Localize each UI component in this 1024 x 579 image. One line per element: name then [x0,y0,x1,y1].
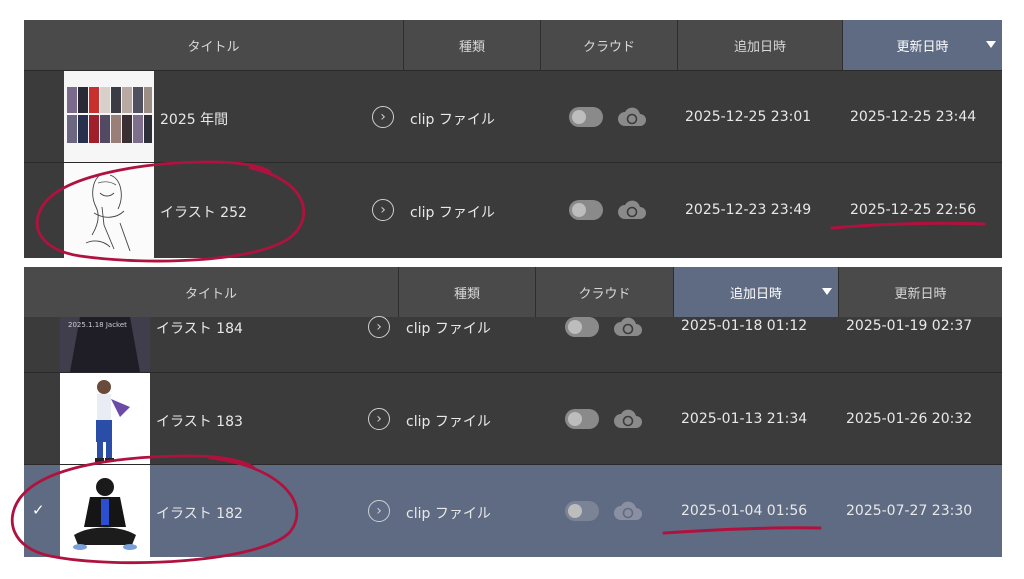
cloud-sync-icon[interactable] [613,316,643,338]
thumbnail-image: 2025.1.18 Jacket [60,317,150,372]
row-kind: clip ファイル [406,321,491,337]
cloud-sync-icon[interactable] [617,106,647,128]
row-title: 2025 年間 [160,112,229,128]
cloud-sync-toggle[interactable] [565,317,599,337]
column-header-title-label: タイトル [184,286,237,302]
column-header-added[interactable]: 追加日時 [674,267,839,317]
table-row[interactable]: イラスト 183 › clip ファイル 2025-01-13 21:34 20… [24,372,1002,465]
cloud-sync-icon[interactable] [613,500,643,522]
row-kind: clip ファイル [410,112,495,128]
chevron-glyph: › [376,503,382,519]
cloud-sync-icon[interactable] [617,199,647,221]
column-header-title[interactable]: タイトル [24,267,399,317]
thumbnail-image [60,465,150,557]
chevron-glyph: › [380,109,386,125]
table-row[interactable]: イラスト 252 › clip ファイル 2025-12-23 23:49 20… [24,162,1002,259]
column-header-updated[interactable]: 更新日時 [843,20,1002,70]
row-added-date: 2025-12-23 23:49 [685,202,812,218]
column-header-kind-label: 種類 [453,286,480,302]
row-title: イラスト 184 [156,321,243,337]
column-header-updated-label: 更新日時 [894,286,947,302]
sort-descending-icon [822,288,832,295]
cloud-sync-toggle[interactable] [569,200,603,220]
thumbnail-image [64,163,154,259]
column-header-added[interactable]: 追加日時 [678,20,843,70]
chevron-right-icon[interactable]: › [372,106,394,128]
file-list-panel-top: タイトル 種類 クラウド 追加日時 更新日時 2025 年間 › clip ファ… [24,20,1002,259]
chevron-right-icon[interactable]: › [372,199,394,221]
column-header-cloud[interactable]: クラウド [541,20,678,70]
row-kind: clip ファイル [406,506,491,522]
cloud-sync-icon[interactable] [613,408,643,430]
chevron-right-icon[interactable]: › [368,408,390,430]
cloud-sync-toggle[interactable] [569,107,603,127]
column-header-bar: タイトル 種類 クラウド 追加日時 更新日時 [24,267,1002,317]
file-list-panel-bottom: タイトル 種類 クラウド 追加日時 更新日時 2025.1.18 Jacket … [24,267,1002,557]
table-row[interactable]: 2025.1.18 Jacket イラスト 184 › clip ファイル 20… [24,316,1002,372]
row-kind: clip ファイル [406,414,491,430]
column-header-updated[interactable]: 更新日時 [839,267,1002,317]
column-header-updated-label: 更新日時 [896,39,949,55]
column-header-cloud-label: クラウド [582,39,635,55]
row-kind: clip ファイル [410,205,495,221]
thumbnail-image [64,71,154,163]
chevron-right-icon[interactable]: › [368,316,390,338]
chevron-glyph: › [380,202,386,218]
checkmark-icon: ✓ [32,501,45,519]
chevron-glyph: › [376,319,382,335]
row-updated-date: 2025-01-19 02:37 [846,318,973,334]
row-title: イラスト 182 [156,506,243,522]
table-row[interactable]: 2025 年間 › clip ファイル 2025-12-25 23:01 202… [24,70,1002,163]
column-header-kind[interactable]: 種類 [399,267,536,317]
column-header-bar: タイトル 種類 クラウド 追加日時 更新日時 [24,20,1002,70]
row-added-date: 2025-01-13 21:34 [681,411,808,427]
cloud-sync-toggle[interactable] [565,501,599,521]
column-header-title[interactable]: タイトル [24,20,404,70]
row-updated-date: 2025-12-25 22:56 [850,202,977,218]
row-updated-date: 2025-01-26 20:32 [846,411,973,427]
column-header-kind-label: 種類 [458,39,485,55]
row-title: イラスト 252 [160,205,247,221]
column-header-cloud[interactable]: クラウド [536,267,674,317]
row-added-date: 2025-12-25 23:01 [685,109,812,125]
row-added-date: 2025-01-04 01:56 [681,503,808,519]
chevron-glyph: › [376,411,382,427]
row-updated-date: 2025-12-25 23:44 [850,109,977,125]
column-header-added-label: 追加日時 [733,39,786,55]
sort-descending-icon [986,41,996,48]
chevron-right-icon[interactable]: › [368,500,390,522]
table-row-selected[interactable]: ✓ イラスト 182 › clip ファイル 2025-01-04 01:56 … [24,464,1002,557]
thumbnail-image [60,373,150,465]
row-added-date: 2025-01-18 01:12 [681,318,808,334]
column-header-added-label: 追加日時 [729,286,782,302]
svg-text:2025.1.18 Jacket: 2025.1.18 Jacket [68,321,127,329]
column-header-kind[interactable]: 種類 [404,20,541,70]
row-updated-date: 2025-07-27 23:30 [846,503,973,519]
row-title: イラスト 183 [156,414,243,430]
cloud-sync-toggle[interactable] [565,409,599,429]
column-header-title-label: タイトル [187,39,240,55]
column-header-cloud-label: クラウド [578,286,631,302]
